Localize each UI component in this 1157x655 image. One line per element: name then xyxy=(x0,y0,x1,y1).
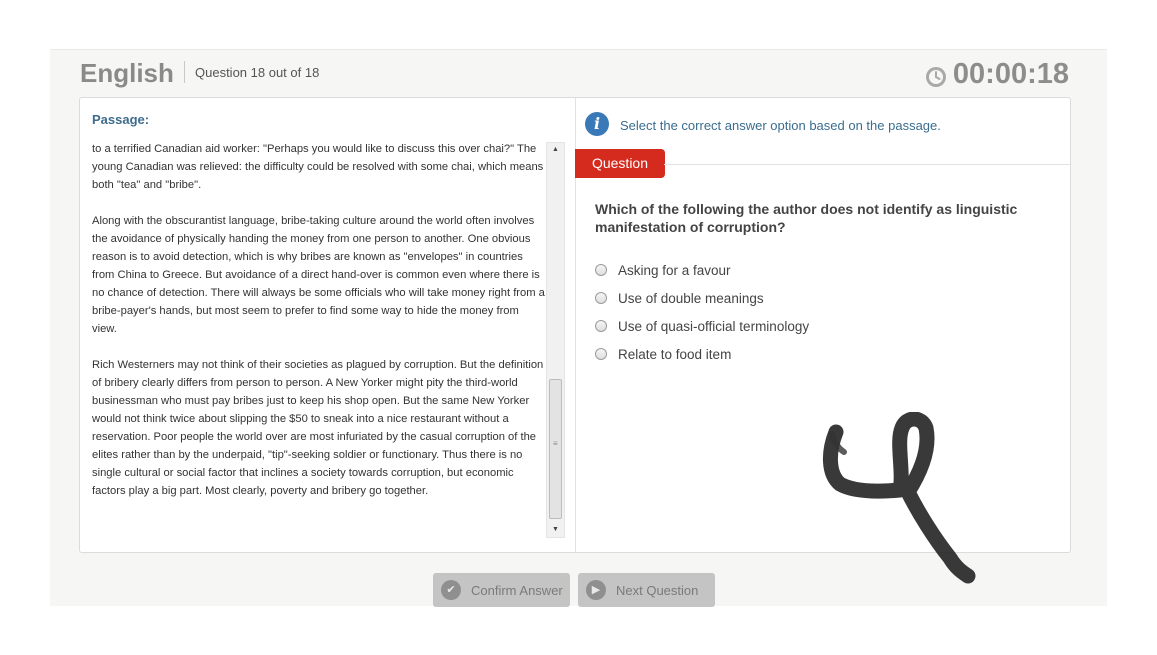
passage-scrollbar[interactable]: ▲ ≡ ▼ xyxy=(546,142,565,538)
clock-icon xyxy=(925,66,946,87)
check-icon: ✔ xyxy=(441,580,461,600)
radio-button[interactable] xyxy=(595,264,607,276)
answer-option[interactable]: Asking for a favour xyxy=(595,256,809,284)
option-label[interactable]: Asking for a favour xyxy=(618,263,731,278)
scrollbar-thumb[interactable]: ≡ xyxy=(549,379,562,519)
radio-button[interactable] xyxy=(595,292,607,304)
timer-value: 00:00:18 xyxy=(952,58,1069,90)
subject-title: English xyxy=(80,58,174,88)
answer-option[interactable]: Relate to food item xyxy=(595,340,809,368)
passage-paragraph: Rich Westerners may not think of their s… xyxy=(92,359,544,497)
info-icon: i xyxy=(585,112,609,136)
timer: 00:00:18 xyxy=(925,58,1069,91)
scroll-up-arrow-icon[interactable]: ▲ xyxy=(547,143,564,157)
answer-option[interactable]: Use of double meanings xyxy=(595,284,809,312)
header-divider xyxy=(184,61,185,83)
question-tab: Question xyxy=(575,149,665,178)
answer-options: Asking for a favour Use of double meanin… xyxy=(595,256,809,368)
question-text: Which of the following the author does n… xyxy=(595,201,1018,235)
next-question-label: Next Question xyxy=(616,582,699,598)
next-question-button[interactable]: ▶ Next Question xyxy=(578,573,715,607)
play-icon: ▶ xyxy=(586,580,606,600)
option-label[interactable]: Use of quasi-official terminology xyxy=(618,319,809,334)
passage-text: to a terrified Canadian aid worker: "Per… xyxy=(92,140,546,518)
confirm-answer-label: Confirm Answer xyxy=(471,582,563,598)
option-label[interactable]: Use of double meanings xyxy=(618,291,764,306)
instruction-text: Select the correct answer option based o… xyxy=(620,118,941,133)
grip-icon: ≡ xyxy=(553,439,558,448)
question-counter: Question 18 out of 18 xyxy=(195,65,320,80)
passage-label: Passage: xyxy=(92,112,150,127)
passage-paragraph: to a terrified Canadian aid worker: "Per… xyxy=(92,143,544,191)
answer-option[interactable]: Use of quasi-official terminology xyxy=(595,312,809,340)
scroll-down-arrow-icon[interactable]: ▼ xyxy=(547,523,564,537)
question-divider xyxy=(664,164,1070,165)
radio-button[interactable] xyxy=(595,320,607,332)
passage-pane: Passage: to a terrified Canadian aid wor… xyxy=(80,98,576,552)
radio-button[interactable] xyxy=(595,348,607,360)
option-label[interactable]: Relate to food item xyxy=(618,347,731,362)
passage-paragraph: Along with the obscurantist language, br… xyxy=(92,215,545,335)
confirm-answer-button[interactable]: ✔ Confirm Answer xyxy=(433,573,570,607)
handwritten-scribble xyxy=(823,412,976,584)
